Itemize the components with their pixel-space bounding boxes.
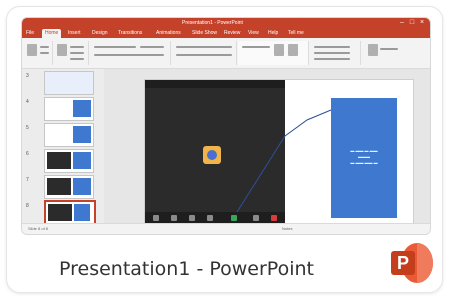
ribbon-item xyxy=(380,48,398,50)
clipboard-group xyxy=(24,41,53,65)
slide-thumbnail xyxy=(44,149,94,173)
ribbon xyxy=(22,38,430,69)
tab-home: Home xyxy=(42,29,62,38)
ribbon-item xyxy=(274,44,284,56)
powerpoint-letter: P xyxy=(391,251,415,275)
status-notes: Notes xyxy=(282,226,293,231)
ribbon-item xyxy=(70,58,84,60)
ribbon-item xyxy=(140,46,164,48)
tab-design: Design xyxy=(92,30,108,36)
minimize-icon: – xyxy=(400,19,404,26)
ribbon-item xyxy=(40,52,49,54)
ribbon-item xyxy=(288,44,298,56)
tab-file: File xyxy=(26,30,35,36)
tab-review: Review xyxy=(224,30,241,36)
paste-icon xyxy=(27,44,37,56)
ribbon-item xyxy=(176,46,232,48)
ribbon-item xyxy=(94,46,136,48)
powerpoint-icon: P xyxy=(391,243,433,285)
slide-number: 7 xyxy=(26,177,29,183)
slide-number: 3 xyxy=(26,73,29,79)
slides-group xyxy=(54,41,89,65)
slide-number: 4 xyxy=(26,99,29,105)
drawing-group xyxy=(238,41,309,65)
ribbon-item xyxy=(40,46,49,48)
tab-slide-show: Slide Show xyxy=(192,30,218,36)
designer-icon xyxy=(368,44,378,56)
text-box-content: ▬ ▬▬ ▬ ▬▬ ▬▬▬ ▬ ▬▬ ▬▬ ▬ xyxy=(350,148,378,165)
ribbon-item xyxy=(314,46,350,48)
ribbon-item xyxy=(176,54,232,56)
window-preview-card[interactable]: Presentation1 - PowerPoint – □ × File Ho… xyxy=(6,6,443,293)
window-title-label: Presentation1 - PowerPoint xyxy=(59,258,314,280)
text-box-blue: ▬ ▬▬ ▬ ▬▬ ▬▬▬ ▬ ▬▬ ▬▬ ▬ xyxy=(331,98,397,218)
ribbon-item xyxy=(314,58,350,60)
close-icon: × xyxy=(419,19,425,26)
slide: ▬ ▬▬ ▬ ▬▬ ▬▬▬ ▬ ▬▬ ▬▬ ▬ xyxy=(144,79,414,225)
ribbon-tabs: File Home Insert Design Transitions Anim… xyxy=(22,28,430,38)
slide-thumbnail xyxy=(44,97,94,121)
slide-thumbnail-panel: 3 4 5 6 7 8 xyxy=(22,69,105,226)
editing-group xyxy=(310,41,361,65)
slide-number: 8 xyxy=(26,203,29,209)
thumbnail-title-text: Presentation1 - PowerPoint xyxy=(182,20,243,26)
ribbon-item xyxy=(94,54,164,56)
slide-thumbnail xyxy=(44,123,94,147)
ribbon-item xyxy=(242,46,270,48)
designer-group xyxy=(362,41,402,65)
paragraph-group xyxy=(172,41,237,65)
slide-number: 6 xyxy=(26,151,29,157)
slide-number: 5 xyxy=(26,125,29,131)
slide-thumbnail xyxy=(44,71,94,95)
maximize-icon: □ xyxy=(409,19,415,26)
slide-thumbnail xyxy=(44,175,94,199)
status-slide-count: Slide 8 of 8 xyxy=(28,226,49,231)
tab-transitions: Transitions xyxy=(118,30,143,36)
tab-insert: Insert xyxy=(68,30,81,36)
font-group xyxy=(90,41,171,65)
ribbon-item xyxy=(70,46,84,48)
thumbnail-titlebar: Presentation1 - PowerPoint – □ × xyxy=(22,18,430,28)
status-bar: Slide 8 of 8 Notes xyxy=(22,223,430,234)
ribbon-item xyxy=(314,52,350,54)
slide-canvas: ▬ ▬▬ ▬ ▬▬ ▬▬▬ ▬ ▬▬ ▬▬ ▬ xyxy=(104,69,430,225)
new-slide-icon xyxy=(57,44,67,56)
window-thumbnail[interactable]: Presentation1 - PowerPoint – □ × File Ho… xyxy=(21,17,431,235)
tab-help: Help xyxy=(268,30,279,36)
tab-animations: Animations xyxy=(156,30,181,36)
ribbon-item xyxy=(70,52,84,54)
tab-view: View xyxy=(248,30,259,36)
tab-tell-me: Tell me xyxy=(288,30,304,36)
